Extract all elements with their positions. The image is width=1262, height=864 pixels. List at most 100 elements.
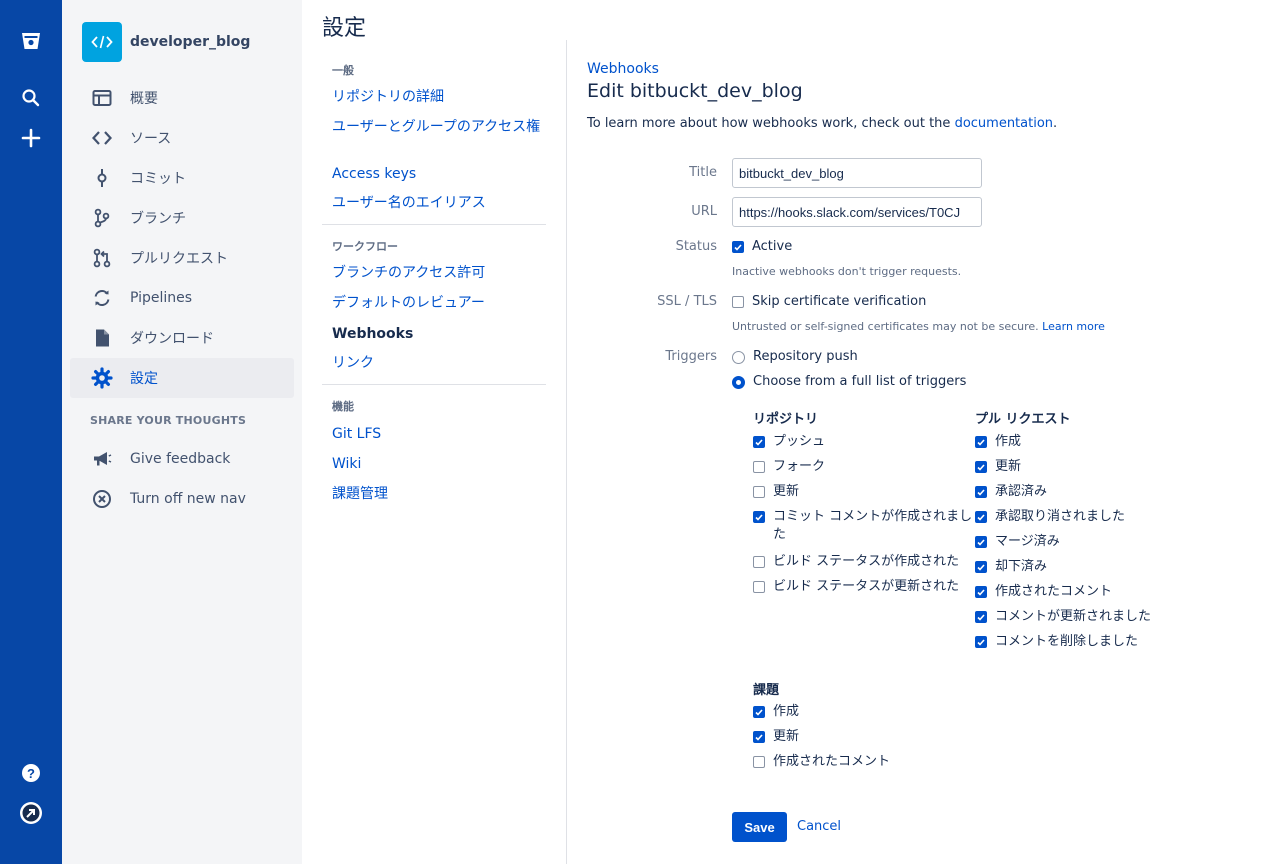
settings-link-branch-permissions[interactable]: ブランチのアクセス許可 bbox=[332, 265, 542, 281]
trigger-checkbox[interactable]: 却下済み bbox=[975, 558, 1175, 576]
project-sidebar: developer_blog 概要 ソース コミット ブランチ プルリクエスト … bbox=[62, 0, 302, 864]
pull-request-triggers-heading: プル リクエスト bbox=[975, 412, 1071, 427]
trigger-checkbox[interactable]: コメントが更新されました bbox=[975, 608, 1175, 626]
trigger-label: マージ済み bbox=[995, 534, 1060, 549]
settings-section-heading-workflow: ワークフロー bbox=[332, 240, 398, 253]
settings-link-links[interactable]: リンク bbox=[332, 355, 542, 371]
settings-link-issue-tracker[interactable]: 課題管理 bbox=[332, 486, 542, 502]
sidebar-item-settings[interactable]: 設定 bbox=[70, 358, 294, 398]
cancel-button[interactable]: Cancel bbox=[797, 819, 841, 834]
trigger-checkbox[interactable]: ビルド ステータスが作成された bbox=[753, 553, 975, 571]
trigger-checkbox[interactable]: 作成 bbox=[975, 433, 1175, 451]
settings-section-heading-general: 一般 bbox=[332, 64, 354, 77]
trigger-label: コミット コメントが作成されました bbox=[773, 509, 973, 542]
title-label: Title bbox=[689, 165, 717, 180]
settings-link-repo-details[interactable]: リポジトリの詳細 bbox=[332, 89, 542, 105]
trigger-label: 更新 bbox=[773, 729, 800, 744]
checkbox-unchecked-icon bbox=[753, 461, 765, 473]
sidebar-item-source[interactable]: ソース bbox=[70, 118, 294, 158]
trigger-checkbox[interactable]: マージ済み bbox=[975, 533, 1175, 551]
trigger-checkbox[interactable]: 更新 bbox=[975, 458, 1175, 476]
status-label: Status bbox=[675, 239, 717, 254]
radio-selected-icon bbox=[732, 376, 745, 389]
search-icon[interactable] bbox=[15, 82, 47, 114]
sidebar-item-pipelines[interactable]: Pipelines bbox=[70, 278, 294, 318]
documentation-link[interactable]: documentation bbox=[955, 116, 1053, 131]
radio-label: Repository push bbox=[753, 349, 858, 364]
settings-link-username-aliases[interactable]: ユーザー名のエイリアス bbox=[332, 195, 542, 211]
trigger-checkbox[interactable]: コメントを削除しました bbox=[975, 633, 1175, 651]
trigger-label: コメントが更新されました bbox=[995, 609, 1152, 624]
settings-link-wiki[interactable]: Wiki bbox=[332, 456, 542, 472]
sidebar-item-overview[interactable]: 概要 bbox=[70, 78, 294, 118]
checkbox-unchecked-icon bbox=[753, 756, 765, 768]
sidebar-item-label: ダウンロード bbox=[130, 331, 214, 347]
settings-divider bbox=[322, 384, 546, 385]
sidebar-item-commits[interactable]: コミット bbox=[70, 158, 294, 198]
trigger-label: ビルド ステータスが作成された bbox=[773, 554, 960, 569]
save-button[interactable]: Save bbox=[732, 812, 787, 842]
trigger-label: 承認取り消されました bbox=[995, 509, 1126, 524]
give-feedback-button[interactable]: Give feedback bbox=[70, 439, 294, 479]
trigger-checkbox[interactable]: 更新 bbox=[753, 483, 975, 501]
trigger-checkbox[interactable]: 承認済み bbox=[975, 483, 1175, 501]
repo-avatar-code-icon bbox=[82, 22, 122, 62]
radio-repository-push[interactable]: Repository push bbox=[732, 348, 858, 366]
page-title: 設定 bbox=[322, 16, 367, 41]
trigger-checkbox[interactable]: 作成されたコメント bbox=[975, 583, 1175, 601]
trigger-label: 作成 bbox=[995, 434, 1022, 449]
checkbox-checked-icon bbox=[975, 536, 987, 548]
trigger-checkbox[interactable]: 作成 bbox=[753, 703, 953, 721]
trigger-checkbox[interactable]: ビルド ステータスが更新された bbox=[753, 578, 975, 596]
trigger-checkbox[interactable]: フォーク bbox=[753, 458, 975, 476]
sidebar-item-pull-requests[interactable]: プルリクエスト bbox=[70, 238, 294, 278]
repo-header[interactable]: developer_blog bbox=[82, 22, 250, 62]
checkbox-unchecked-icon bbox=[753, 556, 765, 568]
trigger-label: ビルド ステータスが更新された bbox=[773, 579, 960, 594]
skip-cert-label: Skip certificate verification bbox=[752, 294, 927, 309]
checkbox-unchecked-icon bbox=[753, 581, 765, 593]
trigger-label: プッシュ bbox=[773, 434, 826, 449]
active-label: Active bbox=[752, 239, 793, 254]
trigger-checkbox[interactable]: コミット コメントが作成されました bbox=[753, 508, 975, 544]
trigger-checkbox[interactable]: 作成されたコメント bbox=[753, 753, 953, 771]
commit-icon bbox=[90, 166, 114, 190]
help-icon[interactable]: ? bbox=[15, 757, 47, 789]
content-separator bbox=[566, 40, 567, 864]
checkbox-checked-icon bbox=[975, 611, 987, 623]
settings-link-git-lfs[interactable]: Git LFS bbox=[332, 426, 542, 442]
skip-cert-checkbox[interactable]: Skip certificate verification bbox=[732, 293, 926, 311]
profile-avatar-icon[interactable] bbox=[15, 797, 47, 829]
sidebar-item-label: コミット bbox=[130, 171, 186, 187]
radio-full-trigger-list[interactable]: Choose from a full list of triggers bbox=[732, 373, 966, 391]
repo-name: developer_blog bbox=[130, 34, 251, 50]
trigger-checkbox[interactable]: 更新 bbox=[753, 728, 953, 746]
breadcrumb-webhooks-link[interactable]: Webhooks bbox=[587, 61, 659, 77]
turn-off-new-nav-button[interactable]: Turn off new nav bbox=[70, 479, 294, 519]
svg-text:?: ? bbox=[27, 766, 35, 781]
intro-text-body: To learn more about how webhooks work, c… bbox=[587, 116, 955, 131]
issue-triggers-heading: 課題 bbox=[753, 683, 780, 698]
radio-label: Choose from a full list of triggers bbox=[753, 374, 967, 389]
checkbox-checked-icon bbox=[753, 436, 765, 448]
settings-link-default-reviewers[interactable]: デフォルトのレビュアー bbox=[332, 295, 542, 311]
title-input[interactable] bbox=[732, 158, 982, 188]
settings-link-webhooks[interactable]: Webhooks bbox=[332, 326, 542, 342]
trigger-label: 作成 bbox=[773, 704, 800, 719]
sidebar-item-branches[interactable]: ブランチ bbox=[70, 198, 294, 238]
active-checkbox[interactable]: Active bbox=[732, 238, 792, 256]
trigger-label: 更新 bbox=[995, 459, 1022, 474]
radio-unselected-icon bbox=[732, 351, 745, 364]
intro-text: To learn more about how webhooks work, c… bbox=[587, 116, 1057, 131]
sidebar-item-downloads[interactable]: ダウンロード bbox=[70, 318, 294, 358]
bitbucket-logo-icon[interactable] bbox=[15, 24, 47, 56]
create-plus-icon[interactable] bbox=[15, 122, 47, 154]
learn-more-link[interactable]: Learn more bbox=[1042, 320, 1105, 333]
trigger-checkbox[interactable]: 承認取り消されました bbox=[975, 508, 1175, 526]
sidebar-item-label: プルリクエスト bbox=[130, 251, 228, 267]
settings-link-access-keys[interactable]: Access keys bbox=[332, 166, 542, 182]
sidebar-item-label: 概要 bbox=[130, 91, 158, 107]
trigger-checkbox[interactable]: プッシュ bbox=[753, 433, 975, 451]
url-input[interactable] bbox=[732, 197, 982, 227]
settings-link-user-group-access[interactable]: ユーザーとグループのアクセス権 bbox=[332, 119, 542, 135]
